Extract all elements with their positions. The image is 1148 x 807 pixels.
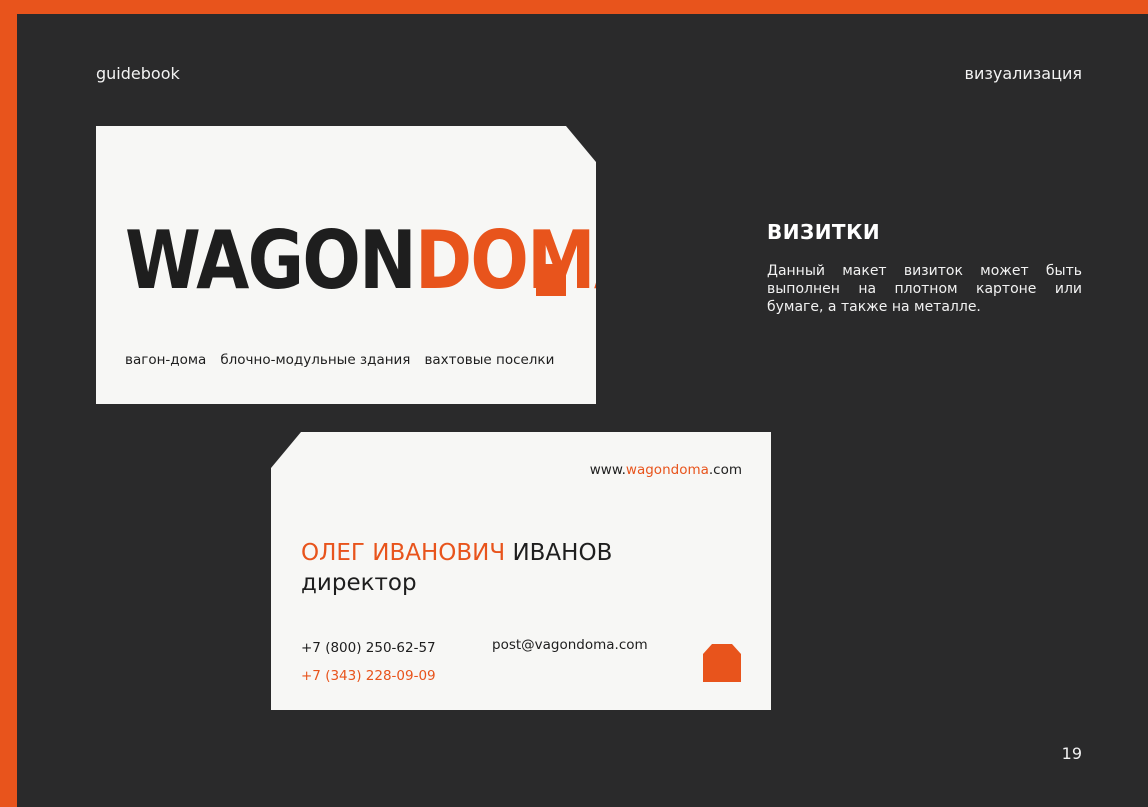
logo-word-wagon: WAGON [125, 214, 417, 307]
services-tagline: вагон-дома блочно-модульные здания вахтовы… [125, 352, 568, 368]
house-logo-icon [703, 644, 741, 682]
header-right-label: визуализация [964, 64, 1082, 83]
house-logo-icon [536, 264, 566, 296]
tagline-item-modular-buildings: блочно-модульные здания [220, 352, 411, 368]
tagline-item-shift-camps: вахтовые поселки [424, 352, 555, 368]
page-number: 19 [1061, 744, 1082, 763]
person-last-name: ИВАНОВ [512, 540, 613, 566]
business-card-front: WAGONDOMA вагон-дома блочно-модульные зда… [96, 126, 596, 404]
business-card-back: www.wagondoma.com ОЛЕГ ИВАНОВИЧ ИВАНОВ д… [271, 432, 771, 710]
tagline-item-wagon-houses: вагон-дома [125, 352, 207, 368]
brand-logo: WAGONDOMA [125, 214, 646, 307]
person-role: директор [301, 570, 417, 596]
email-address: post@vagondoma.com [492, 637, 648, 653]
phone-secondary: +7 (343) 228-09-09 [301, 668, 436, 684]
header-left-label: guidebook [96, 64, 180, 83]
phone-primary: +7 (800) 250-62-57 [301, 640, 436, 656]
section-title: ВИЗИТКИ [767, 220, 881, 244]
logo-word-doma: DOMA [414, 214, 646, 307]
person-first-names: ОЛЕГ ИВАНОВИЧ [301, 540, 506, 566]
person-name: ОЛЕГ ИВАНОВИЧ ИВАНОВ [301, 540, 612, 566]
section-description: Данный макет визиток может быть выполнен… [767, 263, 1082, 315]
guidebook-page: guidebook визуализация WAGONDOMA вагон-д… [17, 14, 1148, 807]
website-url: www.wagondoma.com [589, 462, 742, 478]
